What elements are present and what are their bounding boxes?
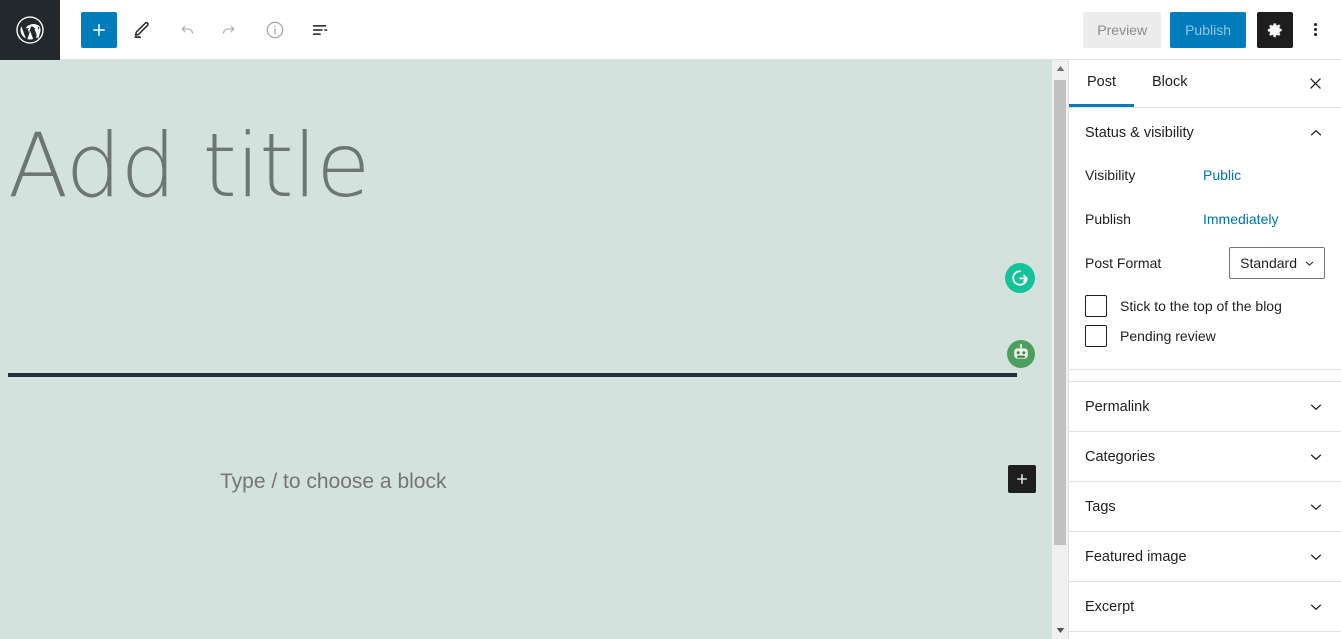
post-title-field[interactable]: Add title <box>8 122 1018 210</box>
panel-status-visibility: Status & visibility Visibility Public Pu… <box>1069 108 1341 370</box>
close-sidebar-button[interactable] <box>1295 64 1335 104</box>
plus-icon <box>1014 471 1030 487</box>
panel-title: Featured image <box>1085 549 1187 565</box>
publish-button[interactable]: Publish <box>1170 12 1246 48</box>
panel-categories: Categories <box>1069 432 1341 482</box>
header-actions: Preview Publish <box>1083 12 1341 48</box>
row-publish: Publish Immediately <box>1085 201 1325 237</box>
tab-post[interactable]: Post <box>1069 60 1134 107</box>
edit-mode-button[interactable] <box>123 12 159 48</box>
undo-icon <box>177 20 197 40</box>
caret-down-icon <box>1056 627 1065 634</box>
panel-tags-header[interactable]: Tags <box>1069 482 1341 531</box>
panel-categories-header[interactable]: Categories <box>1069 432 1341 481</box>
tab-block[interactable]: Block <box>1134 60 1205 107</box>
panel-status-visibility-header[interactable]: Status & visibility <box>1069 108 1341 157</box>
sticky-checkbox-row[interactable]: Stick to the top of the blog <box>1085 295 1325 317</box>
panel-title: Status & visibility <box>1085 125 1194 141</box>
visibility-value-button[interactable]: Public <box>1203 167 1241 183</box>
settings-button[interactable] <box>1257 12 1293 48</box>
undo-button[interactable] <box>169 12 205 48</box>
panel-tags: Tags <box>1069 482 1341 532</box>
block-appender-button[interactable] <box>1008 465 1036 493</box>
robot-icon <box>1008 341 1034 367</box>
title-underline <box>8 373 1017 377</box>
more-options-button[interactable] <box>1297 12 1333 48</box>
assistant-bot-badge[interactable] <box>1007 340 1035 368</box>
details-button[interactable] <box>257 12 293 48</box>
default-block-placeholder[interactable]: Type / to choose a block <box>220 470 446 494</box>
grammarly-icon <box>1009 267 1031 289</box>
chevron-down-icon <box>1303 257 1316 270</box>
gear-icon <box>1265 20 1285 40</box>
grammarly-badge[interactable] <box>1005 263 1035 293</box>
panel-status-visibility-body: Visibility Public Publish Immediately Po… <box>1069 157 1341 369</box>
vertical-ellipsis-icon <box>1314 21 1317 38</box>
add-block-button[interactable] <box>81 12 117 48</box>
editor-header: Preview Publish <box>0 0 1341 60</box>
panel-permalink: Permalink <box>1069 382 1341 432</box>
scrollbar-down-button[interactable] <box>1052 622 1068 639</box>
redo-icon <box>219 20 239 40</box>
pending-review-checkbox-label: Pending review <box>1120 328 1216 344</box>
settings-sidebar: Post Block Status & visibility V <box>1068 60 1341 639</box>
panel-title: Permalink <box>1085 399 1149 415</box>
sticky-checkbox[interactable] <box>1085 295 1107 317</box>
close-icon <box>1307 75 1324 92</box>
editor-canvas[interactable]: Add title Type / to choose a block <box>0 60 1051 639</box>
plus-icon <box>90 21 108 39</box>
redo-button[interactable] <box>211 12 247 48</box>
chevron-up-icon <box>1307 124 1325 142</box>
publish-date-button[interactable]: Immediately <box>1203 211 1278 227</box>
post-format-value: Standard <box>1240 255 1297 271</box>
chevron-down-icon <box>1307 398 1325 416</box>
pencil-icon <box>131 20 151 40</box>
info-icon <box>264 19 286 41</box>
chevron-down-icon <box>1307 548 1325 566</box>
chevron-down-icon <box>1307 598 1325 616</box>
row-visibility: Visibility Public <box>1085 157 1325 193</box>
wordpress-block-editor: Preview Publish Add title Type / to choo… <box>0 0 1341 639</box>
panel-excerpt-header[interactable]: Excerpt <box>1069 582 1341 631</box>
panel-title: Categories <box>1085 449 1155 465</box>
wordpress-icon <box>15 15 45 45</box>
scrollbar-up-button[interactable] <box>1052 60 1068 77</box>
post-title-placeholder: Add title <box>8 122 1018 210</box>
chevron-down-icon <box>1307 448 1325 466</box>
publish-label: Publish <box>1085 211 1203 227</box>
panel-separator <box>1069 370 1341 382</box>
panel-permalink-header[interactable]: Permalink <box>1069 382 1341 431</box>
caret-up-icon <box>1056 65 1065 72</box>
wordpress-logo-button[interactable] <box>0 0 60 60</box>
panel-excerpt: Excerpt <box>1069 582 1341 632</box>
panel-title: Tags <box>1085 499 1116 515</box>
panel-featured-image: Featured image <box>1069 532 1341 582</box>
chevron-down-icon <box>1307 498 1325 516</box>
list-view-icon <box>310 19 332 41</box>
canvas-scrollbar[interactable] <box>1051 60 1068 639</box>
visibility-label: Visibility <box>1085 167 1203 183</box>
post-format-label: Post Format <box>1085 255 1203 271</box>
sidebar-tabs: Post Block <box>1069 60 1341 108</box>
sticky-checkbox-label: Stick to the top of the blog <box>1120 298 1282 314</box>
pending-review-checkbox-row[interactable]: Pending review <box>1085 325 1325 347</box>
header-toolbar <box>81 12 345 48</box>
pending-review-checkbox[interactable] <box>1085 325 1107 347</box>
panel-featured-image-header[interactable]: Featured image <box>1069 532 1341 581</box>
list-view-button[interactable] <box>303 12 339 48</box>
row-post-format: Post Format Standard <box>1085 245 1325 281</box>
preview-button[interactable]: Preview <box>1083 12 1161 48</box>
panel-title: Excerpt <box>1085 599 1134 615</box>
scrollbar-thumb[interactable] <box>1054 80 1066 545</box>
post-format-select[interactable]: Standard <box>1229 247 1325 279</box>
